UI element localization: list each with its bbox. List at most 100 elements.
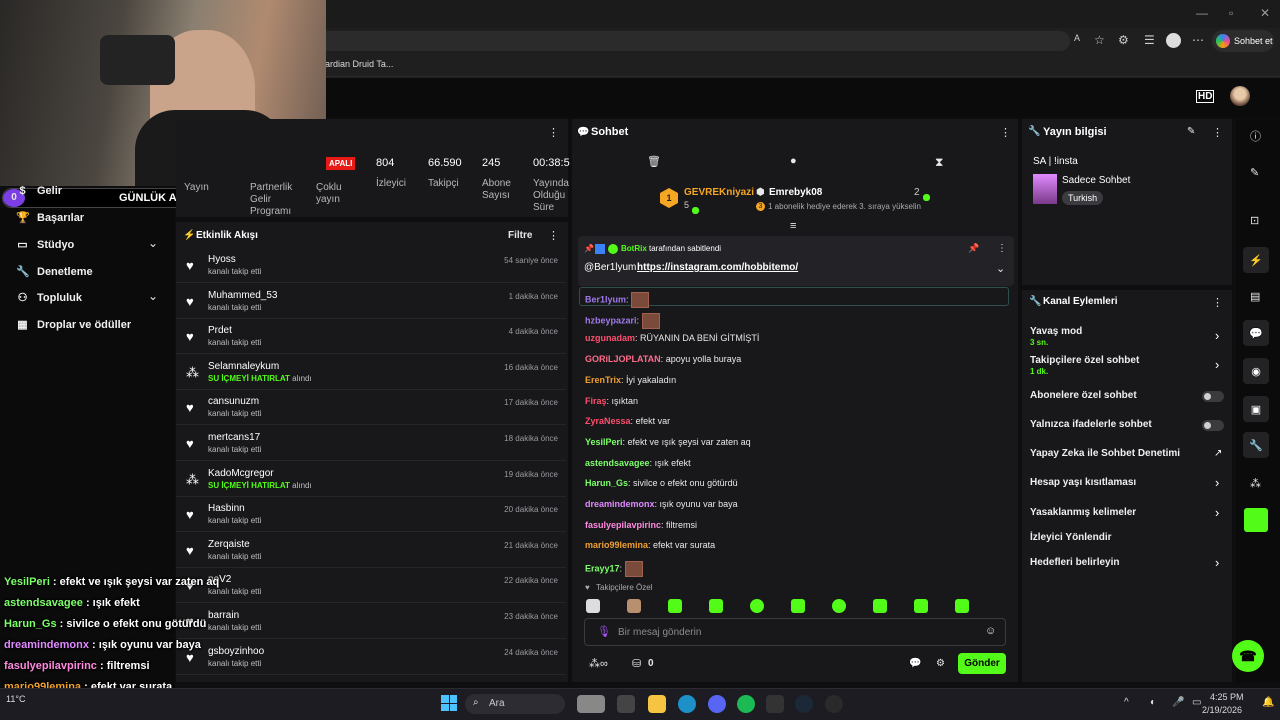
taskbar-app-icon[interactable]: [617, 695, 635, 713]
toggle-switch[interactable]: [1202, 420, 1224, 431]
tray-mic-icon[interactable]: 🎤: [1172, 697, 1184, 708]
activity-row[interactable]: ♥ Hyoss kanalı takip etti 54 saniye önce: [176, 248, 566, 283]
rail-lightning-button[interactable]: ⚡: [1243, 247, 1269, 273]
activity-row[interactable]: ♥ gsboyzinhoo kanalı takip etti 24 dakika ö…: [176, 640, 566, 675]
windows-start-icon[interactable]: [441, 695, 457, 711]
chat-username[interactable]: fasulyepilavpirinc: [585, 520, 661, 530]
channel-action-label[interactable]: Hesap yaşı kısıtlaması: [1030, 477, 1136, 488]
emoji-icon[interactable]: ☺: [985, 625, 996, 637]
chat-username[interactable]: GORiLJOPLATAN: [585, 354, 661, 364]
maximize-icon[interactable]: ▫: [1229, 6, 1233, 20]
chevron-down-icon[interactable]: ⌄: [996, 262, 1005, 275]
channel-action-label[interactable]: Takipçilere özel sohbet: [1030, 355, 1139, 366]
spotify-icon[interactable]: [737, 695, 755, 713]
sidebar-item-basarilar[interactable]: 🏆 Başarılar: [16, 211, 84, 225]
activity-user[interactable]: Selamnaleykum: [208, 361, 279, 372]
channel-action-label[interactable]: Yalnızca ifadelerle sohbet: [1030, 419, 1152, 430]
sidebar-item-denetleme[interactable]: 🔧 Denetleme: [16, 265, 93, 279]
activity-user[interactable]: Hyoss: [208, 254, 236, 265]
taskbar-search[interactable]: ⌕ Ara: [465, 694, 565, 714]
activity-user[interactable]: gsboyzinhoo: [208, 646, 264, 657]
pen-icon[interactable]: ✎: [1250, 166, 1259, 179]
pinned-by[interactable]: BotRix: [621, 244, 647, 253]
rail-chat-button[interactable]: 💬: [1243, 320, 1269, 346]
chat-settings-icon[interactable]: 💬: [909, 658, 921, 669]
sidebar-item-gelir[interactable]: $ Gelir: [16, 185, 62, 197]
extensions-icon[interactable]: ⚙: [1118, 33, 1129, 47]
external-link-icon[interactable]: ↗: [1214, 448, 1222, 459]
activity-row[interactable]: ♥ Hasbinn kanalı takip etti 20 dakika önce: [176, 497, 566, 533]
chat-username[interactable]: Erayy17: [585, 563, 620, 573]
bookmark-item[interactable]: ardian Druid Ta...: [325, 59, 393, 69]
copilot-chat-button[interactable]: Sohbet et: [1212, 30, 1274, 52]
chat-emote[interactable]: [641, 312, 660, 329]
emote-icon[interactable]: [627, 599, 641, 613]
channel-action-label[interactable]: Yavaş mod: [1030, 326, 1082, 337]
chevron-down-icon[interactable]: ⌄: [148, 236, 158, 250]
chat-username[interactable]: Ber1lyum: [585, 294, 626, 304]
notification-icon[interactable]: 🔔: [1262, 697, 1274, 708]
channel-actions-menu-icon[interactable]: ⋮: [1212, 296, 1223, 309]
mode-icon[interactable]: HD: [1196, 90, 1215, 103]
minimize-icon[interactable]: —: [1196, 6, 1208, 20]
stats-menu-icon[interactable]: ⋮: [548, 126, 559, 139]
pin-toggle-icon[interactable]: 📌: [968, 243, 979, 254]
info-icon[interactable]: ⓘ: [1250, 128, 1261, 144]
document-icon[interactable]: ▤: [1250, 290, 1260, 303]
emote-icon[interactable]: [873, 599, 887, 613]
activity-user[interactable]: cansunuzm: [208, 396, 259, 407]
edge-icon[interactable]: [678, 695, 696, 713]
activity-user[interactable]: Muhammed_53: [208, 290, 277, 301]
channel-action-label[interactable]: Abonelere özel sohbet: [1030, 390, 1137, 401]
channel-action-label[interactable]: Hedefleri belirleyin: [1030, 557, 1119, 568]
category-name[interactable]: Sadece Sohbet: [1062, 175, 1130, 186]
microphone-icon[interactable]: 🎙: [597, 625, 611, 638]
collections-icon[interactable]: ☰: [1144, 33, 1155, 47]
activity-row[interactable]: ♥ neV2 kanalı takip etti 22 dakika önce: [176, 568, 566, 604]
edit-icon[interactable]: ✎: [1187, 126, 1195, 137]
chat-username[interactable]: hzbeypazari: [585, 315, 637, 325]
chevron-right-icon[interactable]: ›: [1215, 328, 1219, 343]
activity-row[interactable]: ♥ Zerqaiste kanalı takip etti 21 dakika önc…: [176, 533, 566, 568]
activity-row[interactable]: ♥ cansunuzm kanalı takip etti 17 dakika önc…: [176, 390, 566, 426]
chevron-down-icon[interactable]: ⌄: [148, 289, 158, 303]
activity-row[interactable]: ♥ Prdet kanalı takip etti 4 dakika önce: [176, 319, 566, 355]
pinned-link[interactable]: https://instagram.com/hobbitemo/: [637, 262, 798, 273]
emote-icon[interactable]: [791, 599, 805, 613]
address-bar[interactable]: [300, 31, 1070, 51]
read-aloud-icon[interactable]: A: [1074, 33, 1080, 43]
obs-icon[interactable]: [825, 695, 843, 713]
activity-user[interactable]: mertcans17: [208, 432, 260, 443]
favorite-star-icon[interactable]: ☆: [1094, 33, 1105, 47]
chat-username[interactable]: Firaş: [585, 396, 607, 406]
profile-avatar-icon[interactable]: [1166, 33, 1181, 48]
sidebar-item-topluluk[interactable]: ⚇ Topluluk: [16, 291, 82, 305]
tray-chevron-icon[interactable]: ^: [1124, 697, 1129, 708]
send-button[interactable]: Gönder: [958, 653, 1006, 674]
terminal-icon[interactable]: [766, 695, 784, 713]
activity-row[interactable]: ♥ Muhammed_53 kanalı takip etti 1 dakika ön…: [176, 284, 566, 319]
activity-row[interactable]: ♥ barrain kanalı takip etti 23 dakika önce: [176, 604, 566, 639]
channel-points-icon[interactable]: ⁂∞: [589, 657, 608, 670]
emote-icon[interactable]: [955, 599, 969, 613]
chat-username[interactable]: ZyraNessa: [585, 416, 631, 426]
leader-1-name[interactable]: GEVREKniyazi: [684, 187, 754, 198]
more-menu-icon[interactable]: ⋯: [1192, 33, 1204, 47]
chat-username[interactable]: mario99lemina: [585, 540, 648, 550]
chevron-right-icon[interactable]: ›: [1215, 505, 1219, 520]
pinned-menu-icon[interactable]: ⋮: [997, 243, 1007, 254]
activity-user[interactable]: KadoMcgregor: [208, 468, 274, 479]
emote-icon[interactable]: [586, 599, 600, 613]
rail-wrench-button[interactable]: 🔧: [1243, 432, 1269, 458]
activity-row[interactable]: ♥ mertcans17 kanalı takip etti 18 dakika ön…: [176, 426, 566, 461]
activity-user[interactable]: Hasbinn: [208, 503, 245, 514]
hourglass-icon[interactable]: ⧗: [935, 155, 943, 170]
close-icon[interactable]: ✕: [1260, 6, 1270, 20]
chat-username[interactable]: dreamindemonx: [585, 499, 655, 509]
filter-button[interactable]: Filtre: [508, 230, 532, 241]
toggle-switch[interactable]: [1202, 391, 1224, 402]
trash-icon[interactable]: 🗑: [647, 155, 661, 168]
channel-action-label[interactable]: Yapay Zeka ile Sohbet Denetimi: [1030, 448, 1180, 459]
chat-username[interactable]: Harun_Gs: [585, 478, 628, 488]
sidebar-item-studyo[interactable]: ▭ Stüdyo: [16, 238, 74, 252]
